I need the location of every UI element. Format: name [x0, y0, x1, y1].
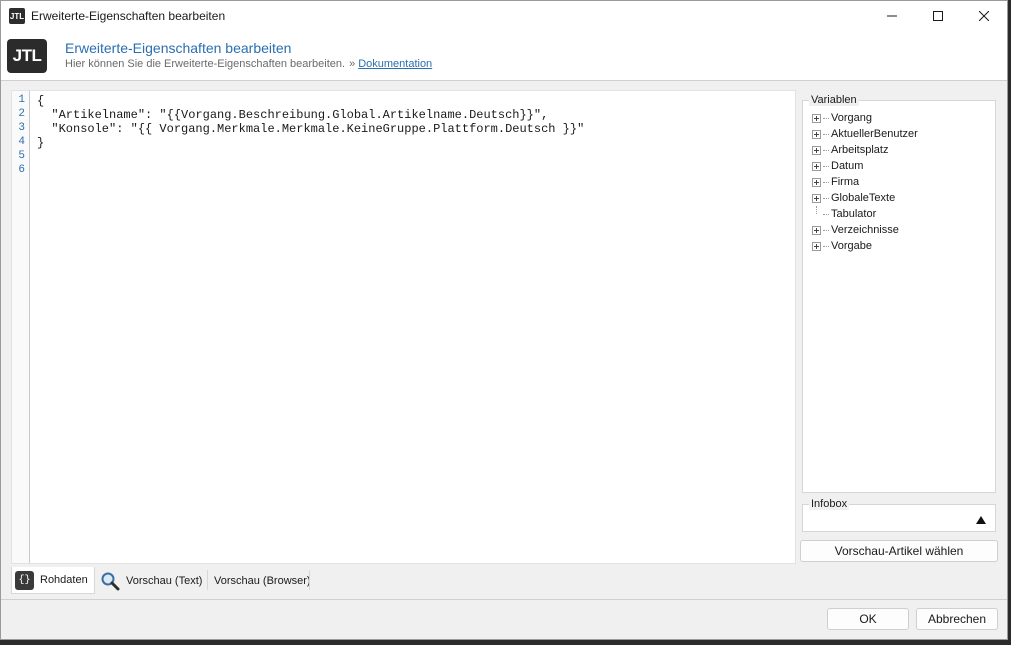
- app-icon: JTL: [9, 8, 25, 24]
- close-icon: [979, 11, 989, 21]
- line-number: 5: [18, 150, 25, 162]
- tree-item-datum[interactable]: Datum: [812, 158, 918, 174]
- ok-button[interactable]: OK: [827, 608, 909, 630]
- tree-item-label: Arbeitsplatz: [831, 144, 889, 156]
- tab-label: Rohdaten: [40, 574, 88, 586]
- line-number: 2: [18, 108, 25, 120]
- expand-icon[interactable]: [812, 177, 821, 187]
- tree-item-vorgabe[interactable]: Vorgabe: [812, 238, 918, 254]
- code-editor[interactable]: 1 2 3 4 5 6 { "Artikelname": "{{Vorgang.…: [11, 90, 796, 564]
- tree-item-tabulator[interactable]: Tabulator: [812, 206, 918, 222]
- header-subtitle-text: Hier können Sie die Erweiterte-Eigenscha…: [65, 58, 346, 70]
- tree-item-globaletexte[interactable]: GlobaleTexte: [812, 190, 918, 206]
- code-line: {: [37, 94, 45, 108]
- braces-icon: {}: [15, 570, 34, 590]
- tree-item-label: Vorgang: [831, 112, 872, 124]
- code-line: }: [37, 136, 45, 150]
- line-number: 3: [18, 122, 25, 134]
- tree-item-arbeitsplatz[interactable]: Arbeitsplatz: [812, 142, 918, 158]
- tab-vorschau-text[interactable]: Vorschau (Text): [96, 567, 206, 594]
- tree-item-verzeichnisse[interactable]: Verzeichnisse: [812, 222, 918, 238]
- expand-icon[interactable]: [812, 225, 821, 235]
- tree-connector: [823, 245, 829, 247]
- tab-divider: [207, 570, 208, 590]
- window-controls: [869, 1, 1007, 31]
- minimize-icon: [887, 15, 897, 17]
- maximize-icon: [933, 11, 943, 21]
- tree-connector: [823, 213, 829, 215]
- close-button[interactable]: [961, 1, 1007, 31]
- header-title: Erweiterte-Eigenschaften bearbeiten: [65, 40, 292, 56]
- tab-divider: [309, 570, 310, 590]
- expand-icon[interactable]: [812, 241, 821, 251]
- documentation-link[interactable]: Dokumentation: [358, 58, 432, 70]
- code-text[interactable]: { "Artikelname": "{{Vorgang.Beschreibung…: [37, 94, 584, 178]
- expand-icon[interactable]: [812, 145, 821, 155]
- dialog-window: JTL Erweiterte-Eigenschaften bearbeiten …: [0, 0, 1008, 640]
- infobox-legend: Infobox: [809, 498, 850, 510]
- maximize-button[interactable]: [915, 1, 961, 31]
- variables-legend: Variablen: [809, 94, 859, 106]
- minimize-button[interactable]: [869, 1, 915, 31]
- tree-connector: [823, 117, 829, 119]
- tree-connector: [823, 149, 829, 151]
- tree-connector: [823, 181, 829, 183]
- line-number: 1: [18, 94, 25, 106]
- tree-item-label: Datum: [831, 160, 864, 172]
- tab-label: Vorschau (Text): [126, 574, 203, 587]
- window-title: Erweiterte-Eigenschaften bearbeiten: [31, 9, 226, 23]
- tree-connector: [823, 229, 829, 231]
- code-line: "Konsole": "{{ Vorgang.Merkmale.Merkmale…: [37, 122, 585, 136]
- tree-item-vorgang[interactable]: Vorgang: [812, 110, 918, 126]
- expand-icon[interactable]: [812, 113, 821, 123]
- tree-item-label: GlobaleTexte: [831, 192, 896, 204]
- tree-item-label: Tabulator: [831, 208, 877, 220]
- link-separator: »: [349, 58, 356, 70]
- tab-bar: {} Rohdaten Vorschau (Text) Vorschau (Br…: [11, 567, 996, 594]
- tree-item-firma[interactable]: Firma: [812, 174, 918, 190]
- tree-connector: [812, 206, 821, 222]
- expand-icon[interactable]: [812, 129, 821, 139]
- tree-item-label: Firma: [831, 176, 860, 188]
- line-number: 6: [18, 164, 25, 176]
- header-subtitle: Hier können Sie die Erweiterte-Eigenscha…: [65, 58, 432, 70]
- tab-vorschau-browser[interactable]: Vorschau (Browser): [214, 567, 314, 594]
- expand-icon[interactable]: [812, 161, 821, 171]
- title-bar[interactable]: JTL Erweiterte-Eigenschaften bearbeiten: [1, 1, 1007, 31]
- tab-label: Vorschau (Browser): [214, 574, 311, 587]
- code-line: "Artikelname": "{{Vorgang.Beschreibung.G…: [37, 108, 549, 122]
- jtl-logo: JTL: [7, 39, 47, 73]
- tree-connector: [823, 197, 829, 199]
- cancel-button[interactable]: Abbrechen: [916, 608, 998, 630]
- tree-item-label: AktuellerBenutzer: [831, 128, 918, 140]
- preview-article-button[interactable]: Vorschau-Artikel wählen: [800, 540, 998, 562]
- line-number-gutter: 1 2 3 4 5 6: [12, 91, 30, 563]
- line-number: 4: [18, 136, 25, 148]
- tree-item-aktuellerbenutzer[interactable]: AktuellerBenutzer: [812, 126, 918, 142]
- dialog-header: JTL Erweiterte-Eigenschaften bearbeiten …: [1, 31, 1007, 81]
- magnifier-icon: [101, 572, 120, 590]
- triangle-up-icon[interactable]: [976, 516, 986, 524]
- tree-connector: [823, 133, 829, 135]
- expand-icon[interactable]: [812, 193, 821, 203]
- tree-connector: [823, 165, 829, 167]
- tree-item-label: Vorgabe: [831, 240, 872, 252]
- footer-divider: [1, 599, 1007, 600]
- variables-tree: Vorgang AktuellerBenutzer Arbeitsplatz D…: [812, 110, 918, 254]
- tree-item-label: Verzeichnisse: [831, 224, 899, 236]
- tab-rohdaten[interactable]: {} Rohdaten: [11, 567, 95, 594]
